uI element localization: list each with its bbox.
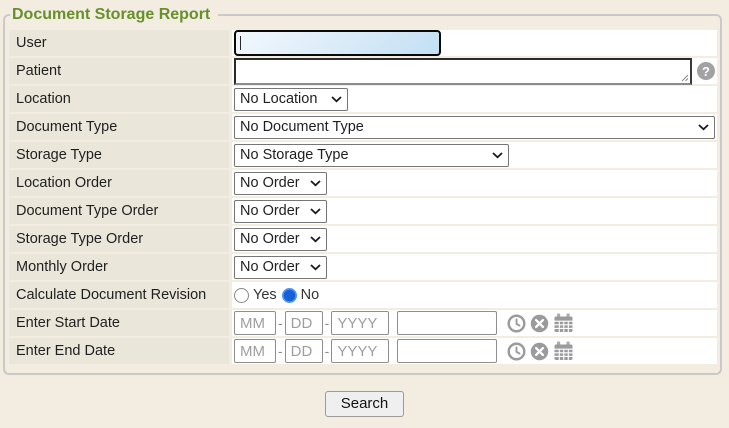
end-date-label: Enter End Date: [9, 338, 229, 364]
storage-type-select-value: No Storage Type: [240, 147, 349, 163]
start-date-day-input[interactable]: [285, 311, 323, 335]
storage-type-order-select-value: No Order: [240, 231, 300, 247]
page-title: Document Storage Report: [10, 3, 218, 27]
user-input[interactable]: [234, 30, 441, 56]
form-row-document-type-order: Document Type Order No Order: [9, 198, 717, 224]
question-icon[interactable]: ?: [697, 62, 715, 80]
chevron-down-icon: [310, 208, 321, 215]
end-date-day-input[interactable]: [285, 339, 323, 363]
clock-icon[interactable]: [507, 342, 526, 361]
circle-x-icon[interactable]: [530, 314, 549, 333]
radio-checked-icon[interactable]: [282, 288, 297, 303]
calendar-icon[interactable]: [553, 313, 574, 333]
location-order-select-value: No Order: [240, 175, 300, 191]
form-row-storage-type: Storage Type No Storage Type: [9, 142, 717, 168]
end-date-month-input[interactable]: [234, 339, 276, 363]
chevron-down-icon: [310, 264, 321, 271]
start-date-label: Enter Start Date: [9, 310, 229, 336]
monthly-order-select[interactable]: No Order: [234, 256, 327, 279]
search-button[interactable]: Search: [325, 391, 405, 417]
chevron-down-icon: [310, 236, 321, 243]
date-separator: -: [325, 343, 330, 359]
date-separator: -: [278, 315, 283, 331]
form-row-location-order: Location Order No Order: [9, 170, 717, 196]
text-cursor: [240, 36, 241, 50]
location-order-label: Location Order: [9, 170, 229, 196]
document-type-order-select[interactable]: No Order: [234, 200, 327, 223]
patient-input[interactable]: [234, 58, 692, 85]
form-row-storage-type-order: Storage Type Order No Order: [9, 226, 717, 252]
end-date-time-input[interactable]: [397, 339, 497, 363]
calculate-document-revision-label: Calculate Document Revision: [9, 282, 229, 308]
storage-type-order-select[interactable]: No Order: [234, 228, 327, 251]
monthly-order-label: Monthly Order: [9, 254, 229, 280]
monthly-order-select-value: No Order: [240, 259, 300, 275]
start-date-time-input[interactable]: [397, 311, 497, 335]
form-actions: Search: [0, 391, 729, 417]
storage-type-order-label: Storage Type Order: [9, 226, 229, 252]
location-label: Location: [9, 86, 229, 112]
form-row-patient: Patient ?: [9, 58, 717, 84]
chevron-down-icon: [492, 152, 503, 159]
resize-handle-icon[interactable]: [681, 74, 689, 82]
form-row-location: Location No Location: [9, 86, 717, 112]
report-form-panel: Document Storage Report User Patient ?: [3, 14, 722, 375]
location-select-value: No Location: [240, 91, 317, 107]
location-order-select[interactable]: No Order: [234, 172, 327, 195]
date-separator: -: [325, 315, 330, 331]
document-type-label: Document Type: [9, 114, 229, 140]
radio-no-label: No: [301, 287, 320, 303]
document-type-select[interactable]: No Document Type: [234, 116, 715, 139]
calendar-icon[interactable]: [553, 341, 574, 361]
clock-icon[interactable]: [507, 314, 526, 333]
document-type-order-select-value: No Order: [240, 203, 300, 219]
radio-yes-label: Yes: [253, 287, 277, 303]
form-row-end-date: Enter End Date - -: [9, 338, 717, 364]
document-storage-report-page: Document Storage Report User Patient ?: [0, 0, 729, 428]
calculate-document-revision-radio-group: Yes No: [234, 287, 319, 303]
storage-type-select[interactable]: No Storage Type: [234, 144, 509, 167]
end-date-group: - -: [234, 339, 574, 363]
chevron-down-icon: [698, 124, 709, 131]
chevron-down-icon: [310, 180, 321, 187]
document-type-select-value: No Document Type: [240, 119, 364, 135]
start-date-month-input[interactable]: [234, 311, 276, 335]
radio-unchecked-icon[interactable]: [234, 288, 249, 303]
user-label: User: [9, 30, 229, 56]
storage-type-label: Storage Type: [9, 142, 229, 168]
form-row-user: User: [9, 30, 717, 56]
radio-option-no[interactable]: No: [282, 287, 320, 303]
start-date-year-input[interactable]: [331, 311, 389, 335]
form-row-calculate-document-revision: Calculate Document Revision Yes No: [9, 282, 717, 308]
radio-option-yes[interactable]: Yes: [234, 287, 277, 303]
date-separator: -: [278, 343, 283, 359]
location-select[interactable]: No Location: [234, 88, 348, 111]
form-row-monthly-order: Monthly Order No Order: [9, 254, 717, 280]
patient-label: Patient: [9, 58, 229, 84]
chevron-down-icon: [331, 96, 342, 103]
form-row-start-date: Enter Start Date - -: [9, 310, 717, 336]
circle-x-icon[interactable]: [530, 342, 549, 361]
start-date-group: - -: [234, 311, 574, 335]
document-type-order-label: Document Type Order: [9, 198, 229, 224]
form-row-document-type: Document Type No Document Type: [9, 114, 717, 140]
end-date-year-input[interactable]: [331, 339, 389, 363]
